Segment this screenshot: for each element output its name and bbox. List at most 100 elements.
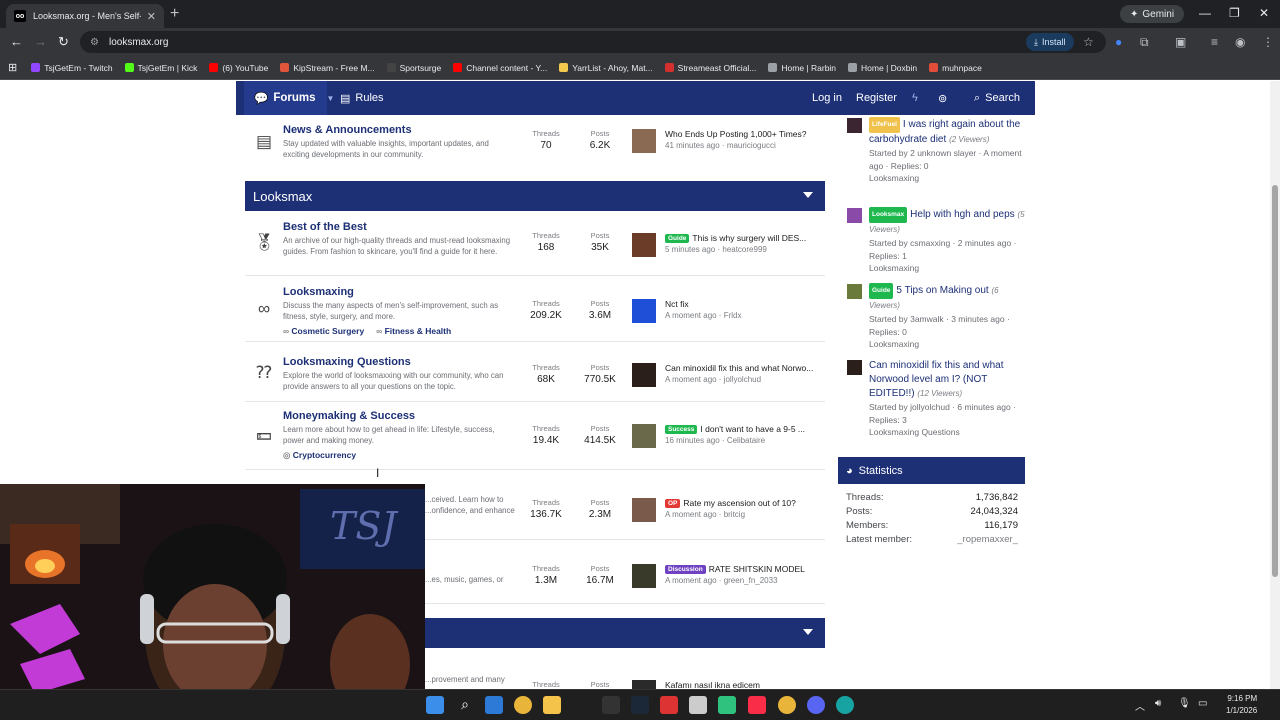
theme-toggle-icon[interactable]: ⊚ — [938, 81, 947, 115]
forward-arrow-icon[interactable]: → — [34, 34, 47, 49]
search-button[interactable]: ⌕ Search — [974, 81, 1020, 115]
minimize-icon[interactable]: — — [1199, 6, 1211, 20]
thread-link[interactable]: LifeFuel I was right again about the carb… — [869, 117, 1020, 145]
gemini-button[interactable]: ✦ Gemini — [1120, 5, 1185, 23]
thread-forum-link[interactable]: Looksmaxing Questions — [869, 426, 1029, 439]
scrollbar-thumb[interactable] — [1272, 185, 1278, 577]
last-post-title[interactable]: Kafamı nasıl ikna edicem — [665, 680, 820, 689]
last-post-title[interactable]: Nct fix — [665, 299, 820, 309]
avatar[interactable] — [847, 208, 862, 223]
last-post-title[interactable]: Discussion RATE SHITSKIN MODEL — [665, 564, 820, 574]
bookmark-star-icon[interactable]: ☆ — [1083, 35, 1094, 49]
avatar[interactable] — [632, 498, 656, 522]
chevron-down-icon[interactable]: ▼ — [327, 94, 335, 103]
search-icon[interactable]: ⌕ — [456, 696, 474, 714]
install-button[interactable]: ⤓ Install — [1026, 33, 1074, 51]
lightning-icon[interactable]: ϟ — [912, 81, 918, 115]
avatar[interactable] — [632, 299, 656, 323]
task-view-icon[interactable] — [485, 696, 503, 714]
avatar[interactable] — [847, 360, 862, 375]
account-icon[interactable]: ◉ — [1235, 35, 1245, 49]
bookmark-item[interactable]: Channel content - Y... — [453, 63, 547, 73]
last-post-title[interactable]: Who Ends Up Posting 1,000+ Times? — [665, 129, 820, 139]
bookmark-item[interactable]: TsjGetEm | Kick — [124, 63, 197, 73]
bookmark-item[interactable]: TsjGetEm - Twitch — [31, 63, 113, 73]
latest-member-link[interactable]: _ropemaxxer_ — [957, 534, 1018, 545]
bookmark-item[interactable]: muhnpace — [929, 63, 982, 73]
reload-icon[interactable]: ↻ — [58, 34, 69, 50]
back-arrow-icon[interactable]: ← — [10, 34, 23, 49]
collapse-chevron-icon[interactable] — [803, 629, 813, 635]
steam-icon[interactable] — [631, 696, 649, 714]
avatar[interactable] — [632, 233, 656, 257]
app-icon[interactable] — [660, 696, 678, 714]
avatar[interactable] — [847, 118, 862, 133]
page-scrollbar[interactable] — [1270, 81, 1280, 689]
nav-rules-tab[interactable]: ▤ Rules — [340, 81, 384, 115]
epic-games-icon[interactable] — [602, 696, 620, 714]
thread-link[interactable]: Looksmax Help with hgh and peps — [869, 207, 1015, 223]
extensions-icon[interactable]: ⧉ — [1140, 35, 1149, 50]
url-bar[interactable]: ⚙ looksmax.org — [80, 31, 1106, 53]
thread-forum-link[interactable]: Looksmaxing — [869, 172, 1029, 185]
forum-title[interactable]: News & Announcements — [283, 124, 412, 136]
bookmark-item[interactable]: Home | Doxbin — [848, 63, 917, 73]
discord-icon[interactable] — [807, 696, 825, 714]
network-icon[interactable]: ▭ — [1198, 698, 1207, 709]
app-icon[interactable] — [718, 696, 736, 714]
browser-tab[interactable]: oo Looksmax.org - Men's Self-Imp ✕ — [6, 4, 164, 28]
apps-grid-icon[interactable]: ⊞ — [8, 61, 17, 74]
close-tab-icon[interactable]: ✕ — [147, 10, 156, 23]
last-post-title[interactable]: Success I don't want to have a 9-5 ... — [665, 424, 820, 434]
last-post-title[interactable]: Guide This is why surgery will DES... — [665, 233, 820, 243]
taskbar-clock[interactable]: 9:16 PM 1/1/2026 — [1226, 693, 1257, 717]
login-link[interactable]: Log in — [812, 81, 842, 115]
site-info-icon[interactable]: ⚙ — [90, 37, 99, 48]
register-link[interactable]: Register — [856, 81, 897, 115]
subforum-link[interactable]: ∞ Fitness & Health — [376, 326, 451, 336]
bookmark-item[interactable]: Home | Rarbin — [768, 63, 836, 73]
nav-forums-tab[interactable]: 💬 Forums ▼ — [244, 81, 334, 115]
last-post-title[interactable]: OP Rate my ascension out of 10? — [665, 498, 820, 508]
tray-chevron-icon[interactable]: ︿ — [1135, 698, 1145, 713]
subforum-link[interactable]: ∞ Cosmetic Surgery — [283, 326, 364, 336]
bookmark-item[interactable]: (6) YouTube — [209, 63, 268, 73]
app-icon[interactable] — [689, 696, 707, 714]
profile-extension-icon[interactable]: ● — [1115, 35, 1122, 49]
avatar[interactable] — [632, 680, 656, 689]
last-post-title[interactable]: Can minoxidil fix this and what Norwo... — [665, 363, 820, 373]
chrome-active-icon[interactable] — [778, 696, 796, 714]
windows-start-icon[interactable] — [426, 696, 444, 714]
restore-icon[interactable]: ❐ — [1229, 6, 1240, 20]
menu-kebab-icon[interactable]: ⋮ — [1262, 35, 1274, 49]
avatar[interactable] — [847, 284, 862, 299]
avatar[interactable] — [632, 363, 656, 387]
category-header[interactable]: Looksmax — [245, 181, 825, 211]
forum-title[interactable]: Looksmaxing — [283, 286, 354, 298]
thread-forum-link[interactable]: Looksmaxing — [869, 262, 1029, 275]
bookmark-item[interactable]: Streameast Official... — [664, 63, 756, 73]
thread-link[interactable]: Guide 5 Tips on Making out — [869, 283, 989, 299]
music-icon[interactable] — [748, 696, 766, 714]
bookmark-item[interactable]: Sportsurge — [386, 63, 441, 73]
forum-title[interactable]: Best of the Best — [283, 221, 367, 233]
bookmark-item[interactable]: YarrList - Ahoy, Mat... — [559, 63, 653, 73]
avatar[interactable] — [632, 424, 656, 448]
speaker-icon[interactable]: 🔊︎ — [1155, 698, 1161, 709]
forum-title[interactable]: Moneymaking & Success — [283, 410, 415, 422]
forum-title[interactable]: Looksmaxing Questions — [283, 356, 411, 368]
bookmark-item[interactable]: KipStream - Free M... — [280, 63, 375, 73]
close-window-icon[interactable]: ✕ — [1259, 6, 1269, 20]
avatar[interactable] — [632, 564, 656, 588]
sidepanel-icon[interactable]: ▣ — [1175, 35, 1186, 49]
subforum-link[interactable]: ◎ Cryptocurrency — [283, 450, 356, 461]
media-icon[interactable]: ≡ — [1211, 35, 1218, 49]
thread-forum-link[interactable]: Looksmaxing — [869, 338, 1029, 351]
chrome-icon[interactable] — [514, 696, 532, 714]
file-explorer-icon[interactable] — [543, 696, 561, 714]
collapse-chevron-icon[interactable] — [803, 192, 813, 198]
mic-icon[interactable]: 🎙︎ — [1178, 698, 1191, 709]
new-tab-icon[interactable]: + — [170, 5, 179, 23]
avatar[interactable] — [632, 129, 656, 153]
edge-icon[interactable] — [836, 696, 854, 714]
